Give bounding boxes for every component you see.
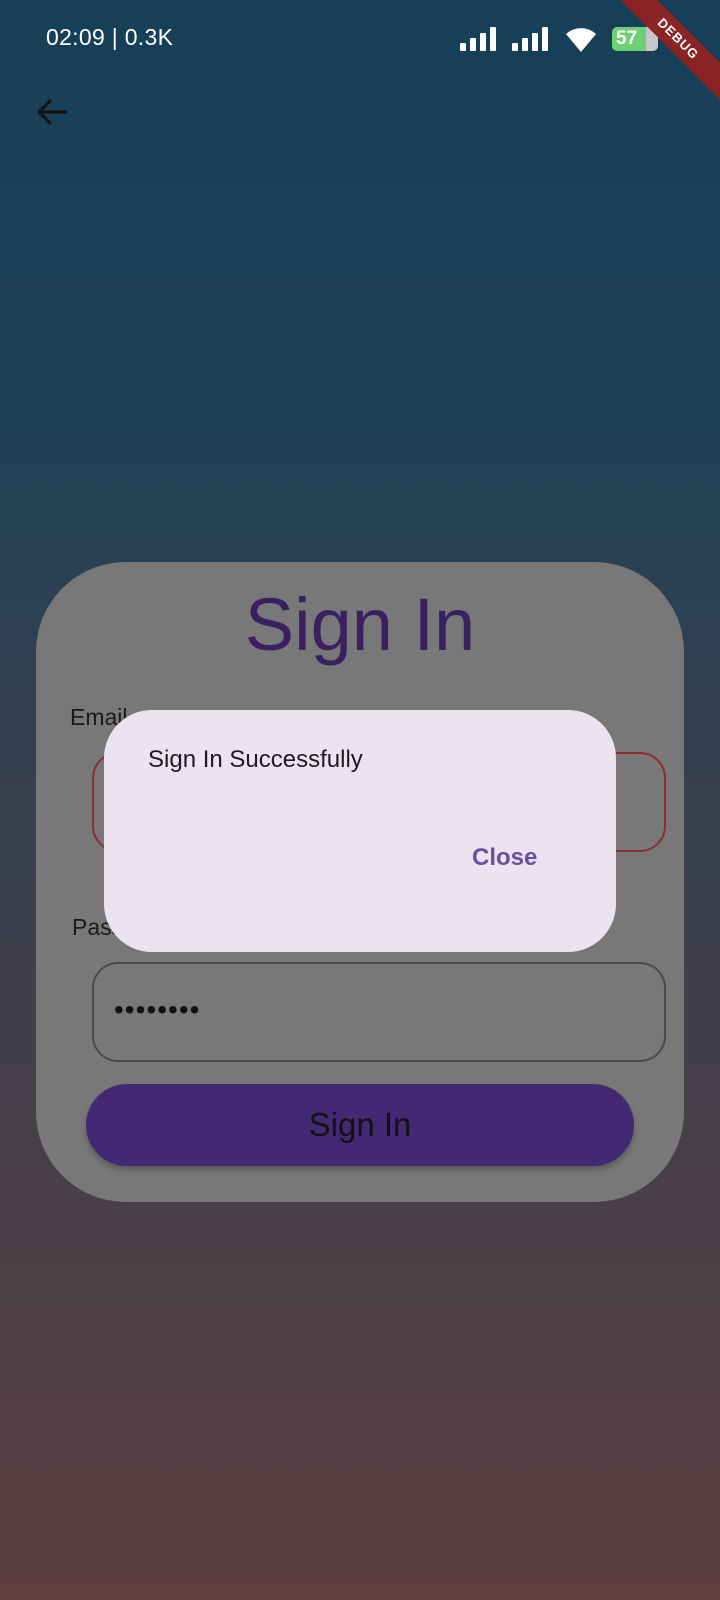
modal-barrier[interactable]: Sign In Email Password •••••••• Sign In … [0,0,720,1600]
dialog-message: Sign In Successfully [148,746,363,773]
success-dialog: Sign In Successfully Close [104,710,616,952]
sign-in-title: Sign In [244,583,476,666]
password-field[interactable]: •••••••• [92,962,666,1062]
close-button[interactable]: Close [466,840,543,876]
sign-in-button[interactable]: Sign In [86,1084,634,1166]
